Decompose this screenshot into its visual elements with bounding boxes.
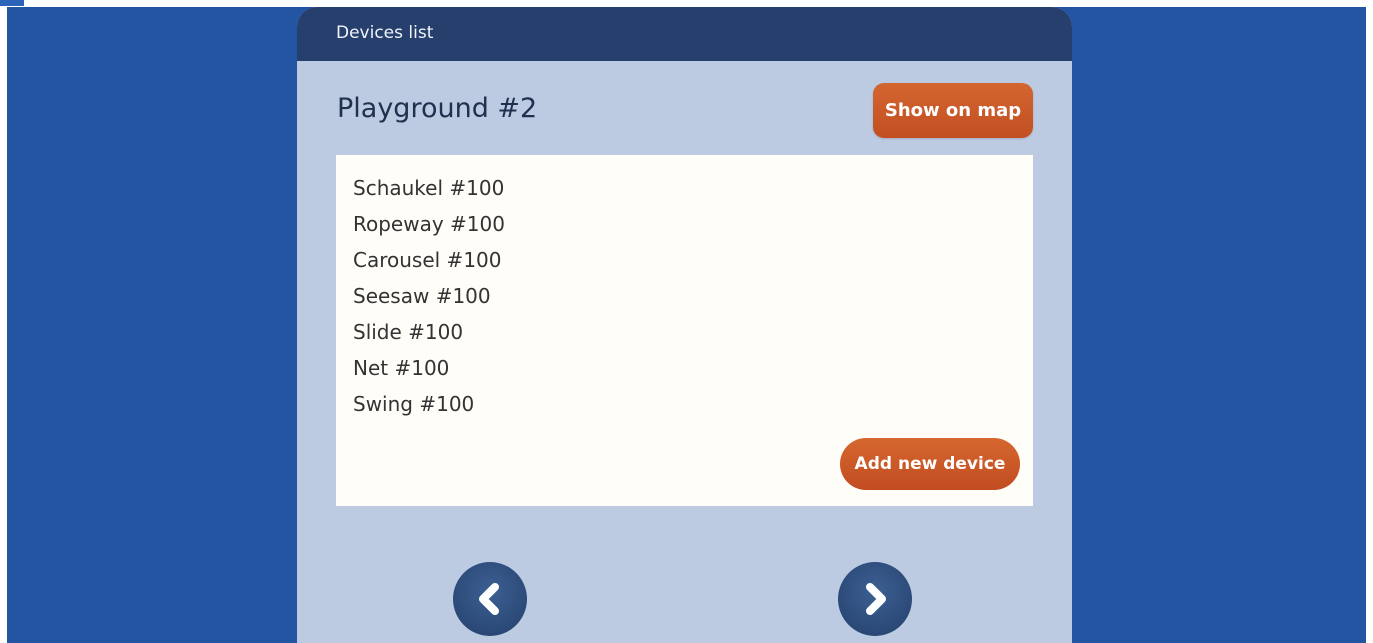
device-item[interactable]: Seesaw #100 — [353, 278, 505, 314]
panel-header: Devices list — [297, 7, 1072, 61]
previous-button[interactable] — [453, 562, 527, 636]
device-item[interactable]: Net #100 — [353, 350, 505, 386]
next-button[interactable] — [838, 562, 912, 636]
device-list: Schaukel #100 Ropeway #100 Carousel #100… — [353, 170, 505, 422]
playground-title: Playground #2 — [337, 93, 538, 124]
devices-panel: Devices list Playground #2 Show on map S… — [297, 7, 1072, 643]
chevron-right-icon — [866, 583, 886, 615]
device-item[interactable]: Slide #100 — [353, 314, 505, 350]
show-on-map-button[interactable]: Show on map — [873, 83, 1033, 138]
chevron-left-icon — [479, 583, 499, 615]
device-item[interactable]: Swing #100 — [353, 386, 505, 422]
device-item[interactable]: Carousel #100 — [353, 242, 505, 278]
device-item[interactable]: Schaukel #100 — [353, 170, 505, 206]
panel-header-title: Devices list — [336, 23, 434, 43]
add-new-device-button[interactable]: Add new device — [840, 438, 1020, 490]
device-list-box: Schaukel #100 Ropeway #100 Carousel #100… — [336, 155, 1033, 506]
corner-mark — [0, 0, 24, 6]
device-item[interactable]: Ropeway #100 — [353, 206, 505, 242]
